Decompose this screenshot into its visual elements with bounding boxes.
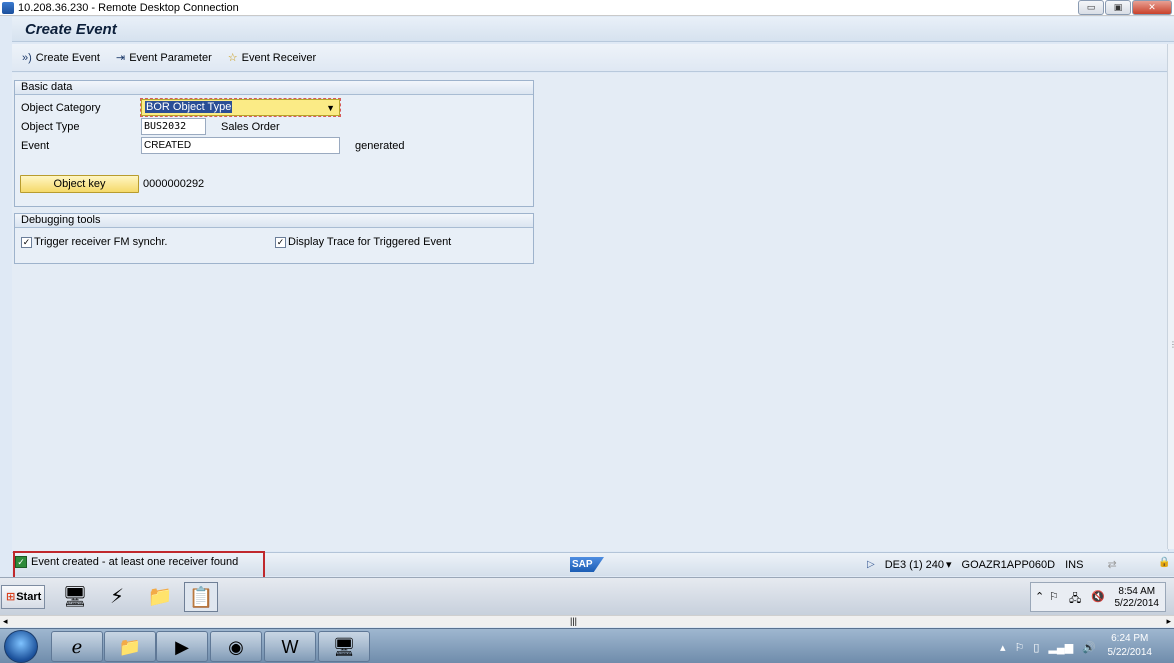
remote-system-tray: ⌃ ⚐ 🖧 🔇 8:54 AM 5/22/2014 xyxy=(1030,582,1166,612)
event-parameter-label: Event Parameter xyxy=(129,51,212,64)
event-receiver-button[interactable]: ☆ Event Receiver xyxy=(227,51,317,65)
server-manager-icon[interactable]: 🖥 xyxy=(58,582,92,612)
scroll-grip-icon: ⋮ xyxy=(1169,340,1174,349)
network-icon[interactable]: 🖧 xyxy=(1069,590,1081,609)
sap-title-bar: Create Event xyxy=(12,17,1174,42)
dropdown-arrow-icon[interactable]: ▾ xyxy=(946,558,952,571)
remote-clock[interactable]: 8:54 AM 5/22/2014 xyxy=(1115,586,1160,610)
battery-icon[interactable]: ▯ xyxy=(1033,641,1039,654)
scroll-thumb-icon[interactable]: ||| xyxy=(570,616,577,626)
rdp-window-title: 10.208.36.230 - Remote Desktop Connectio… xyxy=(18,1,239,14)
system-time: 6:24 PM xyxy=(1111,633,1149,644)
sap-logon-icon[interactable]: 📋 xyxy=(184,582,218,612)
system-date: 5/22/2014 xyxy=(1107,647,1153,658)
powershell-icon[interactable]: ⚡ xyxy=(100,582,134,612)
chevron-down-icon[interactable]: ▼ xyxy=(326,101,335,116)
object-type-label: Object Type xyxy=(21,121,80,133)
rdp-title-bar: 10.208.36.230 - Remote Desktop Connectio… xyxy=(0,0,1174,16)
display-trace-checkbox[interactable]: ✓ Display Trace for Triggered Event xyxy=(275,236,451,248)
window-controls: ▭ ▣ ✕ xyxy=(1077,0,1172,15)
windows-taskbar: ℯ 📁 ▶ ◉ W 🖥 ▴ ⚐ ▯ ▂▄▆ 🔊 6:24 PM 5/22/201… xyxy=(0,628,1174,663)
sap-logo: SAP xyxy=(570,557,604,572)
event-status-text: generated xyxy=(355,140,405,152)
restore-button[interactable]: ▣ xyxy=(1105,0,1131,15)
system-tray: ▴ ⚐ ▯ ▂▄▆ 🔊 xyxy=(1000,632,1105,662)
system-info: ▷ DE3 (1) 240 ▾ GOAZR1APP060D INS ⇄ xyxy=(867,558,1127,572)
event-field[interactable]: CREATED xyxy=(141,137,340,154)
object-category-value: BOR Object Type xyxy=(145,101,233,113)
remote-date: 5/22/2014 xyxy=(1114,598,1160,609)
sound-muted-icon[interactable]: 🔇 xyxy=(1091,590,1105,603)
windows-start-orb-icon[interactable] xyxy=(4,630,38,663)
expand-arrow-icon[interactable]: ▷ xyxy=(867,559,875,570)
trigger-receiver-checkbox[interactable]: ✓ Trigger receiver FM synchr. xyxy=(21,236,167,248)
parameter-icon: ⇥ xyxy=(115,52,126,64)
object-type-field[interactable]: BUS2032 xyxy=(141,118,206,135)
basic-data-header: Basic data xyxy=(15,81,533,95)
system-clock[interactable]: 6:24 PM 5/22/2014 xyxy=(1108,632,1153,660)
start-button[interactable]: ⊞Start xyxy=(1,585,45,609)
windows-flag-icon: ⊞ xyxy=(6,591,16,603)
show-hidden-icons-icon[interactable]: ⌃ xyxy=(1035,590,1044,603)
wifi-signal-icon[interactable]: ▂▄▆ xyxy=(1048,641,1073,654)
event-receiver-label: Event Receiver xyxy=(241,51,317,64)
word-icon[interactable]: W xyxy=(264,631,316,662)
separator-icon: ⇄ xyxy=(1107,559,1117,571)
remote-desktop-icon[interactable]: 🖥 xyxy=(318,631,370,662)
media-player-icon[interactable]: ▶ xyxy=(156,631,208,662)
server-name: GOAZR1APP060D xyxy=(961,558,1056,571)
flag-icon[interactable]: ⚐ xyxy=(1049,590,1059,603)
input-mode: INS xyxy=(1065,558,1084,571)
vertical-scrollbar[interactable]: ⋮ xyxy=(1167,44,1174,549)
create-event-label: Create Event xyxy=(35,51,100,64)
trigger-receiver-label: Trigger receiver FM synchr. xyxy=(34,236,168,248)
display-trace-label: Display Trace for Triggered Event xyxy=(288,236,452,248)
remote-time: 8:54 AM xyxy=(1118,586,1156,597)
execute-icon: ») xyxy=(22,51,32,64)
page-title: Create Event xyxy=(25,20,117,38)
event-parameter-button[interactable]: ⇥ Event Parameter xyxy=(115,51,212,65)
scroll-left-icon[interactable]: ◂ xyxy=(3,616,8,627)
remote-taskbar: ⊞Start 🖥 ⚡ 📁 📋 ⌃ ⚐ 🖧 🔇 8:54 AM 5/22/2014 xyxy=(0,577,1174,615)
star-icon: ☆ xyxy=(227,52,238,64)
horizontal-scrollbar[interactable]: ◂ ||| ▸ xyxy=(0,615,1174,627)
object-type-description: Sales Order xyxy=(221,121,280,133)
start-label: Start xyxy=(16,591,42,603)
event-label: Event xyxy=(21,140,50,152)
show-hidden-icons-icon[interactable]: ▴ xyxy=(1000,641,1006,654)
object-key-button[interactable]: Object key xyxy=(20,175,139,193)
chrome-icon[interactable]: ◉ xyxy=(210,631,262,662)
remote-desktop-icon xyxy=(2,1,14,14)
object-category-dropdown[interactable]: BOR Object Type ▼ xyxy=(140,98,341,117)
action-center-flag-icon[interactable]: ⚐ xyxy=(1015,641,1025,654)
close-button[interactable]: ✕ xyxy=(1132,0,1172,15)
minimize-button[interactable]: ▭ xyxy=(1078,0,1104,15)
application-toolbar: ») Create Event ⇥ Event Parameter ☆ Even… xyxy=(12,44,1174,72)
checkmark-icon[interactable]: ✓ xyxy=(21,236,32,248)
file-explorer-icon[interactable]: 📁 xyxy=(104,631,156,662)
checkmark-icon[interactable]: ✓ xyxy=(275,236,286,248)
debugging-tools-header: Debugging tools xyxy=(15,214,533,228)
folder-icon[interactable]: 📁 xyxy=(143,582,177,612)
internet-explorer-icon[interactable]: ℯ xyxy=(51,631,103,662)
scroll-right-icon[interactable]: ▸ xyxy=(1166,616,1171,627)
create-event-button[interactable]: ») Create Event xyxy=(22,52,100,64)
object-category-label: Object Category xyxy=(21,102,101,114)
object-key-value: 0000000292 xyxy=(143,178,205,190)
lock-icon: 🔒 xyxy=(1158,557,1171,568)
volume-icon[interactable]: 🔊 xyxy=(1082,641,1096,654)
system-id[interactable]: DE3 (1) 240 xyxy=(885,559,944,571)
